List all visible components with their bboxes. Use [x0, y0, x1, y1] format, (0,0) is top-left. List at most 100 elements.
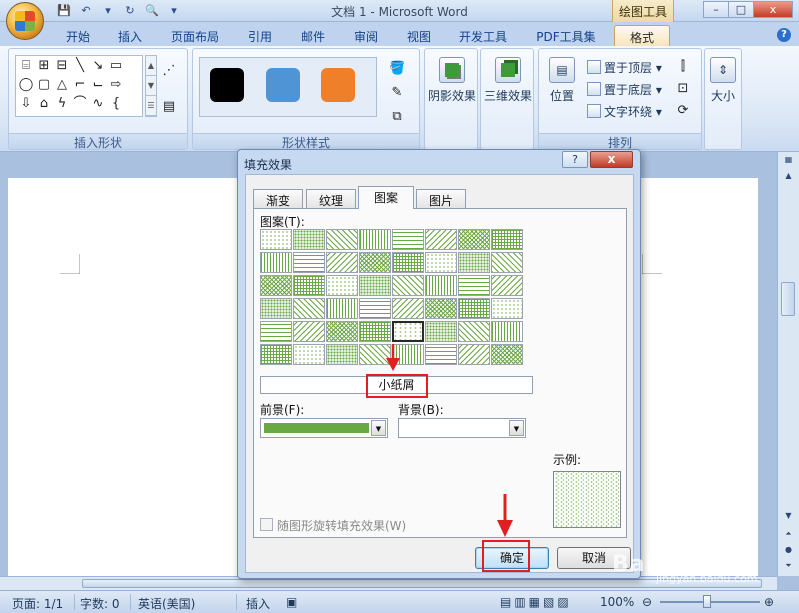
- insert-mode[interactable]: 插入: [246, 595, 270, 612]
- shapes-gallery[interactable]: ⌸ ⊞ ⊟ ╲ ↘ ▭ ◯ ▢ △ ⌐ ⌙ ⇨ ⇩ ⌂ ϟ ⌒ ∿ {: [15, 55, 143, 117]
- group-icon[interactable]: ⊡: [675, 81, 691, 97]
- dialog-close-button[interactable]: x: [590, 151, 633, 168]
- pattern-swatch[interactable]: [359, 252, 391, 273]
- pattern-swatch[interactable]: [260, 275, 292, 296]
- pattern-swatch[interactable]: [458, 321, 490, 342]
- tab-gradient[interactable]: 渐变: [253, 189, 303, 208]
- tab-pdf-tools[interactable]: PDF工具集: [528, 25, 604, 46]
- background-color-select[interactable]: ▼: [398, 418, 526, 438]
- pattern-swatch[interactable]: [326, 298, 358, 319]
- pattern-swatch[interactable]: [293, 275, 325, 296]
- textbox-shape-icon[interactable]: ⊞: [36, 58, 52, 74]
- tab-format[interactable]: 格式: [614, 25, 670, 46]
- prev-page-icon[interactable]: ⏶: [778, 526, 799, 542]
- pattern-swatch[interactable]: [293, 321, 325, 342]
- pattern-swatch[interactable]: [491, 229, 523, 250]
- pattern-swatch[interactable]: [458, 344, 490, 365]
- chevron-down-icon[interactable]: ▼: [371, 420, 386, 436]
- pattern-swatch[interactable]: [491, 344, 523, 365]
- pattern-swatch[interactable]: [359, 344, 391, 365]
- pattern-swatch[interactable]: [458, 229, 490, 250]
- vertical-scrollbar[interactable]: ▦ ▲ ▼ ⏶ ● ⏷: [777, 152, 799, 576]
- shape-outline-icon[interactable]: ✎: [389, 85, 405, 101]
- pattern-swatch[interactable]: [425, 344, 457, 365]
- zoom-out-icon[interactable]: ⊖: [642, 595, 652, 609]
- pattern-swatch[interactable]: [260, 298, 292, 319]
- pattern-swatch[interactable]: [359, 275, 391, 296]
- pattern-swatch[interactable]: [326, 229, 358, 250]
- style-swatch-black[interactable]: [210, 68, 244, 102]
- language-status[interactable]: 英语(美国): [138, 595, 195, 612]
- pattern-swatch[interactable]: [491, 252, 523, 273]
- close-button[interactable]: x: [753, 1, 793, 18]
- view-buttons[interactable]: ▤▥▦▧▨: [500, 595, 572, 609]
- tab-page-layout[interactable]: 页面布局: [164, 25, 226, 46]
- pattern-swatch[interactable]: [425, 298, 457, 319]
- pattern-swatch[interactable]: [326, 344, 358, 365]
- pattern-swatch[interactable]: [458, 275, 490, 296]
- chevron-down-icon[interactable]: ▼: [509, 420, 524, 436]
- elbow-connector-icon[interactable]: ⌐: [72, 77, 88, 93]
- tab-home[interactable]: 开始: [58, 25, 98, 46]
- rectangle-shape-icon[interactable]: ▭: [108, 58, 124, 74]
- pattern-swatch[interactable]: [491, 321, 523, 342]
- pattern-swatch[interactable]: [326, 252, 358, 273]
- pattern-swatch[interactable]: [392, 298, 424, 319]
- ruler-toggle-icon[interactable]: ▦: [778, 152, 799, 168]
- next-page-icon[interactable]: ⏷: [778, 558, 799, 574]
- pattern-swatch[interactable]: [359, 321, 391, 342]
- arc-icon[interactable]: ⌒: [72, 96, 88, 112]
- pattern-swatch[interactable]: [392, 275, 424, 296]
- lightning-icon[interactable]: ϟ: [54, 96, 70, 112]
- restore-button[interactable]: □: [728, 1, 754, 18]
- scroll-up-icon[interactable]: ▲: [146, 56, 156, 76]
- draw-textbox-icon[interactable]: ▤: [161, 99, 177, 115]
- zoom-level[interactable]: 100%: [600, 595, 634, 609]
- send-to-back-button[interactable]: 置于底层 ▾: [587, 81, 662, 98]
- zoom-slider-knob[interactable]: [703, 595, 711, 608]
- zoom-in-icon[interactable]: ⊕: [764, 595, 774, 609]
- pattern-swatch[interactable]: [359, 298, 391, 319]
- pattern-swatch[interactable]: [392, 321, 424, 342]
- tab-pattern[interactable]: 图案: [358, 186, 414, 209]
- pattern-swatch[interactable]: [293, 252, 325, 273]
- rotate-fill-checkbox[interactable]: [260, 518, 273, 531]
- elbow-arrow-icon[interactable]: ⌙: [90, 77, 106, 93]
- style-swatch-blue[interactable]: [266, 68, 300, 102]
- more-icon[interactable]: ☰: [146, 96, 156, 116]
- page-count[interactable]: 页面: 1/1: [12, 595, 63, 612]
- rounded-rect-icon[interactable]: ▢: [36, 77, 52, 93]
- pattern-swatch[interactable]: [458, 252, 490, 273]
- flowchart-icon[interactable]: ⌂: [36, 96, 52, 112]
- scroll-down-arrow[interactable]: ▼: [778, 508, 799, 524]
- curve-icon[interactable]: ∿: [90, 96, 106, 112]
- align-icon[interactable]: ⫿: [675, 59, 691, 75]
- ok-button[interactable]: 确定: [475, 547, 549, 569]
- pattern-swatch[interactable]: [260, 321, 292, 342]
- triangle-shape-icon[interactable]: △: [54, 77, 70, 93]
- scroll-up-arrow[interactable]: ▲: [778, 168, 799, 184]
- size-button[interactable]: ⇕ 大小: [705, 57, 741, 104]
- shadow-effects-button[interactable]: 阴影效果: [427, 57, 477, 104]
- pattern-swatch[interactable]: [293, 298, 325, 319]
- pattern-swatch[interactable]: [260, 344, 292, 365]
- minimize-button[interactable]: –: [703, 1, 729, 18]
- tab-references[interactable]: 引用: [240, 25, 280, 46]
- bring-to-front-button[interactable]: 置于顶层 ▾: [587, 59, 662, 76]
- rotate-icon[interactable]: ⟳: [675, 103, 691, 119]
- shape-style-gallery[interactable]: [199, 57, 377, 117]
- shape-fill-icon[interactable]: 🪣: [389, 61, 405, 77]
- pattern-swatch[interactable]: [425, 229, 457, 250]
- tab-insert[interactable]: 插入: [110, 25, 150, 46]
- change-shape-icon[interactable]: ⧉: [389, 109, 405, 125]
- dialog-help-button[interactable]: ?: [562, 151, 588, 168]
- oval-shape-icon[interactable]: ◯: [18, 77, 34, 93]
- arrow-shape-icon[interactable]: ↘: [90, 58, 106, 74]
- pattern-swatch[interactable]: [458, 298, 490, 319]
- macro-record-icon[interactable]: ▣: [286, 595, 297, 609]
- tab-texture[interactable]: 纹理: [306, 189, 356, 208]
- scroll-down-icon[interactable]: ▼: [146, 76, 156, 96]
- pattern-swatch[interactable]: [260, 252, 292, 273]
- edit-shape-icon[interactable]: ⋰: [161, 63, 177, 79]
- text-wrap-button[interactable]: 文字环绕 ▾: [587, 103, 662, 120]
